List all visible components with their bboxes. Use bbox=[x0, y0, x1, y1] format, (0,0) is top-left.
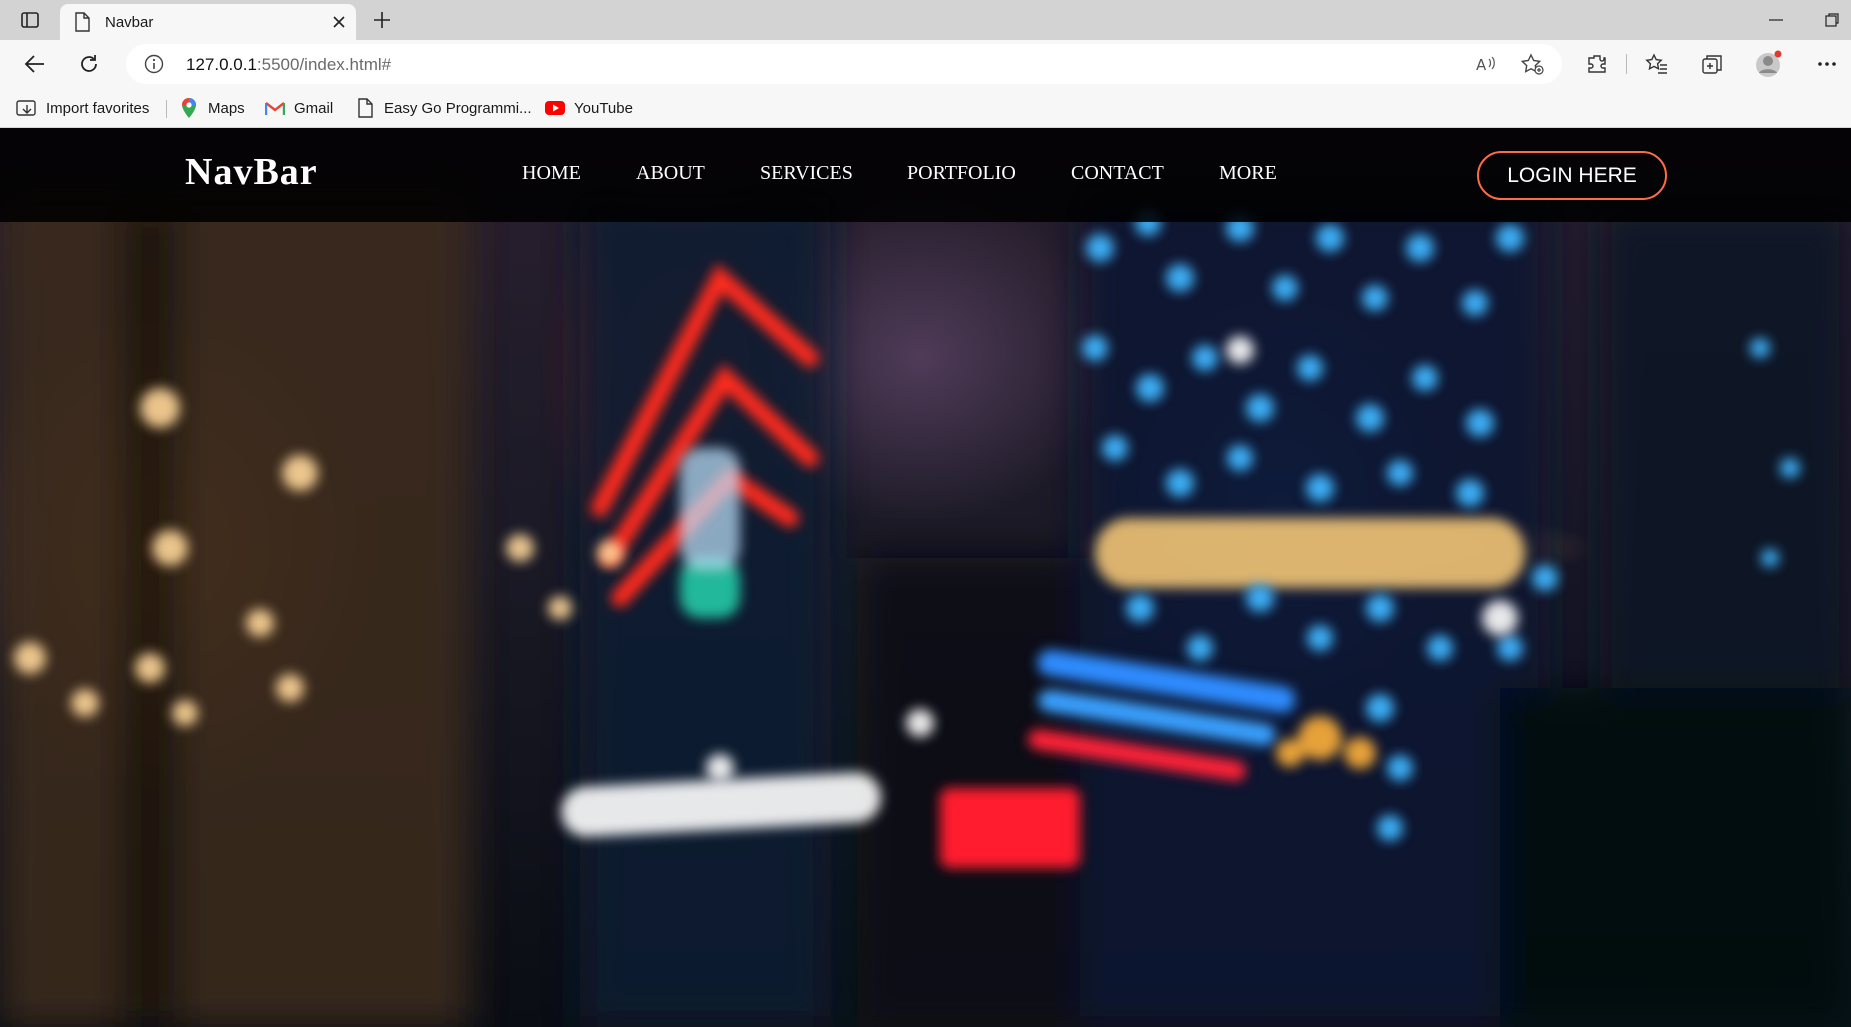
toolbar-divider bbox=[1626, 54, 1627, 74]
more-options-icon[interactable] bbox=[1812, 50, 1842, 78]
add-favorite-star-icon[interactable] bbox=[1520, 53, 1544, 80]
hero-background-image bbox=[0, 188, 1851, 1027]
youtube-icon bbox=[544, 97, 566, 119]
bookmark-import-favorites[interactable]: Import favorites bbox=[16, 96, 149, 120]
new-tab-icon[interactable] bbox=[368, 6, 396, 34]
sidebar-toggle-icon[interactable] bbox=[16, 8, 44, 32]
bookmark-label: Maps bbox=[208, 99, 245, 117]
bookmark-label: YouTube bbox=[574, 99, 633, 117]
url-host: 127.0.0.1 bbox=[186, 55, 257, 74]
nav-link-about[interactable]: ABOUT bbox=[636, 162, 705, 185]
back-arrow-icon[interactable] bbox=[20, 50, 50, 78]
nav-link-home[interactable]: HOME bbox=[522, 162, 581, 185]
bookmark-label: Easy Go Programmi... bbox=[384, 99, 532, 117]
extensions-icon[interactable] bbox=[1582, 50, 1612, 78]
import-icon bbox=[16, 97, 38, 119]
site-info-icon[interactable] bbox=[144, 54, 164, 79]
nav-link-more[interactable]: MORE bbox=[1219, 162, 1277, 185]
bookmark-easy-go-programming[interactable]: Easy Go Programmi... bbox=[354, 96, 532, 120]
browser-toolbar: 127.0.0.1:5500/index.html# A bbox=[0, 40, 1851, 88]
read-aloud-icon[interactable]: A bbox=[1474, 53, 1496, 80]
page-viewport: NavBar HOME ABOUT SERVICES PORTFOLIO CON… bbox=[0, 128, 1851, 1027]
page-icon bbox=[74, 12, 92, 32]
site-logo[interactable]: NavBar bbox=[185, 150, 318, 194]
bookmark-gmail[interactable]: Gmail bbox=[264, 96, 333, 120]
gmail-icon bbox=[264, 97, 286, 119]
maps-pin-icon bbox=[178, 97, 200, 119]
collections-icon[interactable] bbox=[1697, 50, 1727, 78]
profile-avatar-icon[interactable] bbox=[1754, 50, 1784, 78]
nav-link-services[interactable]: SERVICES bbox=[760, 162, 853, 185]
bookmark-youtube[interactable]: YouTube bbox=[544, 96, 633, 120]
restore-icon[interactable] bbox=[1818, 8, 1846, 32]
login-button[interactable]: LOGIN HERE bbox=[1477, 151, 1667, 200]
svg-text:A: A bbox=[1476, 56, 1487, 74]
tab-title: Navbar bbox=[105, 14, 154, 31]
close-tab-icon[interactable] bbox=[328, 11, 350, 33]
nav-link-portfolio[interactable]: PORTFOLIO bbox=[907, 162, 1016, 185]
address-bar[interactable]: 127.0.0.1:5500/index.html# A bbox=[126, 44, 1562, 84]
minimize-icon[interactable] bbox=[1762, 8, 1790, 32]
page-icon bbox=[354, 97, 376, 119]
favorites-icon[interactable] bbox=[1642, 50, 1672, 78]
site-navbar: NavBar HOME ABOUT SERVICES PORTFOLIO CON… bbox=[0, 128, 1851, 222]
url-text: 127.0.0.1:5500/index.html# bbox=[186, 55, 391, 75]
refresh-icon[interactable] bbox=[74, 50, 104, 78]
url-path: :5500/index.html# bbox=[256, 55, 392, 74]
bookmarks-bar: Import favorites Maps Gmail Easy Go Prog… bbox=[0, 88, 1851, 128]
nav-link-contact[interactable]: CONTACT bbox=[1071, 162, 1164, 185]
bookmark-label: Gmail bbox=[294, 99, 334, 117]
browser-tab[interactable]: Navbar bbox=[60, 4, 356, 40]
bookmark-maps[interactable]: Maps bbox=[178, 96, 245, 120]
browser-tab-strip: Navbar bbox=[0, 0, 1851, 40]
bookmark-label: Import favorites bbox=[46, 99, 150, 117]
bookmarks-divider bbox=[166, 100, 167, 118]
